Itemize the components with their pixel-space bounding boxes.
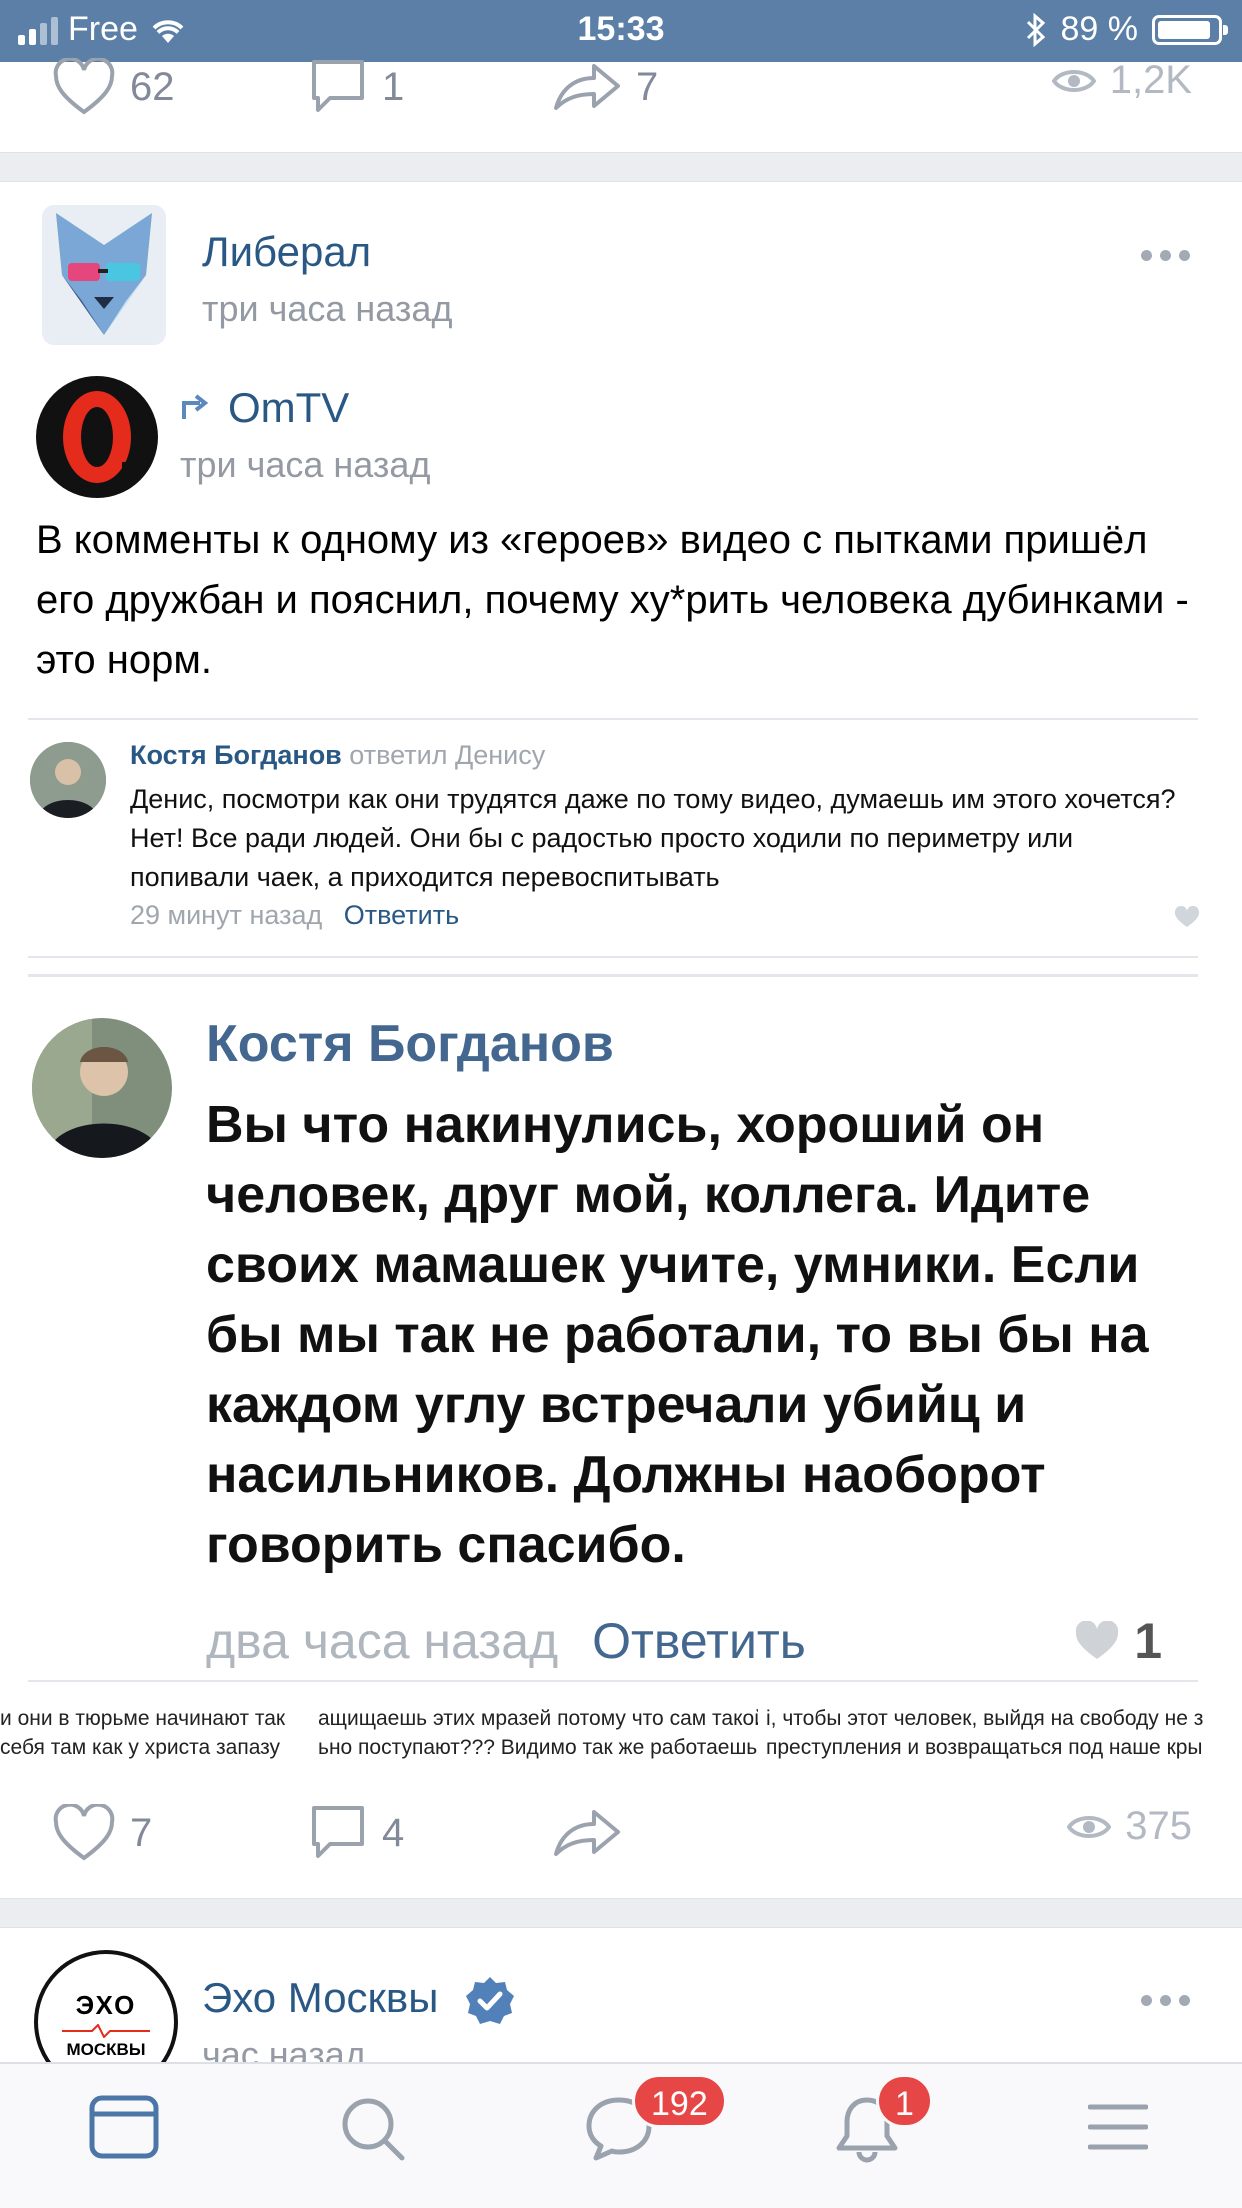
comment-count: 4 — [382, 1810, 405, 1855]
post-time: три часа назад — [202, 288, 453, 329]
cut-text-right-1: і, чтобы этот человек, выйдя на свободу … — [766, 1707, 1204, 1730]
like-count: 7 — [130, 1810, 153, 1855]
share-button[interactable] — [552, 1804, 622, 1862]
comment-count: 1 — [382, 64, 405, 109]
repost-avatar[interactable] — [36, 376, 158, 498]
more-options-button[interactable] — [1141, 1995, 1190, 2006]
comment-small-name: Костя Богданов — [130, 740, 342, 770]
dot-icon — [1141, 1995, 1152, 2006]
like-button[interactable]: 7 — [52, 1804, 152, 1862]
heart-icon — [53, 1804, 115, 1861]
dot-icon — [1179, 1995, 1190, 2006]
post-image[interactable]: Костя Богданов ответил Денису Денис, пос… — [0, 712, 1242, 1776]
dot-icon — [1141, 250, 1152, 261]
more-options-button[interactable] — [1141, 250, 1190, 261]
comment-small-text: Денис, посмотри как они трудятся даже по… — [130, 784, 1176, 892]
post-author[interactable]: Либерал — [202, 228, 371, 276]
bluetooth-icon — [1026, 12, 1045, 47]
comment-large-time: два часа назад — [206, 1613, 559, 1669]
dot-icon — [1160, 1995, 1171, 2006]
battery-icon — [1152, 14, 1228, 45]
comment-small-replied: ответил Денису — [349, 740, 546, 770]
heart-icon — [1174, 906, 1200, 927]
verified-icon — [466, 1976, 515, 2024]
comment-large-text: Вы что накинулись, хороший он человек, д… — [206, 1096, 1149, 1574]
prev-post-actions: 62 1 7 1,2K — [0, 44, 1242, 134]
divider — [28, 1680, 1198, 1682]
comment-small-reply: Ответить — [343, 900, 460, 930]
cut-text-left-1: и они в тюрьме начинают так — [0, 1707, 286, 1730]
comment-icon — [312, 1806, 364, 1858]
search-icon — [342, 2098, 405, 2161]
like-count: 62 — [130, 64, 175, 109]
divider — [28, 974, 1198, 977]
eye-icon — [1067, 1815, 1112, 1838]
commenter-avatar-large — [32, 1018, 172, 1158]
comment-large-like-count: 1 — [1134, 1613, 1162, 1669]
repost-arrow-icon — [182, 394, 209, 419]
pulse-line-icon — [62, 2024, 150, 2038]
like-button[interactable]: 62 — [52, 58, 175, 116]
comment-large-name: Костя Богданов — [206, 1015, 614, 1073]
divider — [28, 718, 1198, 720]
tab-bar: 192 1 — [0, 2062, 1242, 2208]
repost-time: три часа назад — [180, 444, 431, 485]
repost-author[interactable]: OmTV — [228, 384, 349, 432]
fox-logo-image — [56, 213, 152, 335]
cut-text-right-2: преступления и возвращаться под наше кры — [766, 1736, 1203, 1759]
commenter-avatar-small — [30, 742, 106, 818]
post-actions: 7 4 375 — [0, 1790, 1242, 1880]
views-count: 375 — [1125, 1804, 1192, 1848]
post-separator — [0, 152, 1242, 182]
share-icon — [554, 1810, 620, 1856]
views-count: 1,2K — [1109, 58, 1192, 102]
heart-icon — [53, 58, 115, 115]
divider — [28, 956, 1198, 958]
views-counter: 1,2K — [1051, 58, 1192, 103]
next-post-author[interactable]: Эхо Москвы — [202, 1974, 516, 2027]
dot-icon — [1179, 250, 1190, 261]
echo-logo-top: ЭХО — [75, 1990, 137, 2020]
comment-large-meta: два часа назад Ответить — [206, 1612, 806, 1670]
author-avatar[interactable] — [42, 205, 166, 345]
cut-text-left-2: себя там как у христа запазу — [0, 1736, 281, 1759]
comment-icon — [312, 60, 364, 112]
menu-icon — [1087, 2104, 1149, 2150]
comment-button[interactable]: 4 — [308, 1804, 404, 1862]
eye-icon — [1051, 69, 1096, 92]
messages-badge: 192 — [632, 2074, 727, 2128]
post-text: В комменты к одному из «героев» видео с … — [36, 518, 1189, 682]
tab-menu[interactable] — [1087, 2102, 1149, 2157]
next-post-author-name: Эхо Москвы — [202, 1974, 439, 2021]
comment-small-meta: 29 минут назад Ответить — [130, 900, 459, 931]
share-count: 7 — [636, 64, 659, 109]
post-separator — [0, 1898, 1242, 1928]
dot-icon — [1160, 250, 1171, 261]
tab-search[interactable] — [338, 2094, 408, 2169]
views-counter: 375 — [1067, 1804, 1192, 1849]
cut-text-mid-1: ащищаешь этих мразей потому что сам тако… — [318, 1707, 758, 1730]
comment-large-likes: 1 — [1074, 1612, 1162, 1670]
share-icon — [554, 64, 620, 110]
echo-logo-bottom: МОСКВЫ — [66, 2040, 146, 2059]
comment-button[interactable]: 1 — [308, 58, 404, 116]
notifications-badge: 1 — [876, 2074, 933, 2128]
omtv-logo-image — [39, 379, 158, 498]
tab-news[interactable] — [88, 2094, 160, 2165]
heart-icon — [1076, 1621, 1119, 1659]
cut-text-mid-2: ьно поступают??? Видимо так же работаешь — [318, 1736, 758, 1759]
share-button[interactable]: 7 — [552, 58, 658, 116]
news-feed-icon — [89, 2095, 159, 2159]
comment-large-reply: Ответить — [592, 1613, 806, 1669]
comment-small-time: 29 минут назад — [130, 900, 323, 930]
comment-small-author: Костя Богданов ответил Денису — [130, 740, 545, 771]
